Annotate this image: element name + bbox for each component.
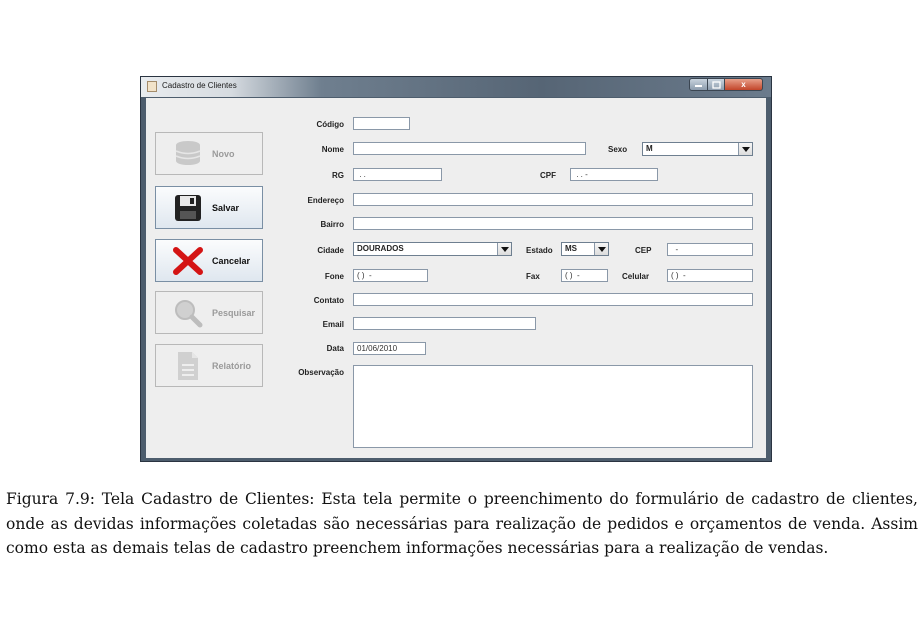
estado-select[interactable]: MS bbox=[561, 242, 609, 256]
title-bar[interactable]: Cadastro de Clientes x bbox=[141, 77, 771, 97]
cadastro-clientes-window: Cadastro de Clientes x Novo Salvar Cance… bbox=[140, 76, 772, 462]
pesquisar-button[interactable]: Pesquisar bbox=[155, 291, 263, 334]
data-label: Data bbox=[326, 344, 344, 353]
email-field[interactable] bbox=[353, 317, 536, 330]
bairro-field[interactable] bbox=[353, 217, 753, 230]
contato-field[interactable] bbox=[353, 293, 753, 306]
codigo-label: Código bbox=[316, 120, 344, 129]
bairro-label: Bairro bbox=[320, 220, 344, 229]
maximize-icon bbox=[711, 80, 721, 89]
email-label: Email bbox=[322, 320, 344, 329]
celular-label: Celular bbox=[622, 272, 650, 281]
endereco-field[interactable] bbox=[353, 193, 753, 206]
estado-label: Estado bbox=[526, 246, 553, 255]
maximize-button[interactable] bbox=[708, 78, 725, 91]
nome-label: Nome bbox=[321, 145, 344, 154]
salvar-button-label: Salvar bbox=[212, 202, 240, 213]
data-field[interactable]: 01/06/2010 bbox=[353, 342, 426, 355]
form-panel: Novo Salvar Cancelar Pesquisar Relatório… bbox=[146, 98, 766, 458]
sexo-select[interactable]: M bbox=[642, 142, 753, 156]
window-title: Cadastro de Clientes bbox=[162, 81, 237, 90]
close-button[interactable]: x bbox=[725, 78, 763, 91]
endereco-label: Endereço bbox=[307, 196, 344, 205]
cep-field[interactable]: - bbox=[667, 243, 753, 256]
chevron-down-icon[interactable] bbox=[497, 243, 511, 255]
nome-field[interactable] bbox=[353, 142, 586, 155]
observacao-textarea[interactable] bbox=[353, 365, 753, 448]
floppy-disk-icon bbox=[168, 190, 208, 226]
cep-label: CEP bbox=[635, 246, 652, 255]
estado-value: MS bbox=[565, 244, 577, 253]
java-app-icon bbox=[147, 81, 157, 92]
chevron-down-icon[interactable] bbox=[594, 243, 608, 255]
codigo-field[interactable] bbox=[353, 117, 410, 130]
close-icon: x bbox=[741, 80, 746, 89]
document-icon bbox=[168, 348, 208, 384]
minimize-icon bbox=[695, 84, 702, 87]
fone-field[interactable]: ( ) - bbox=[353, 269, 428, 282]
novo-button[interactable]: Novo bbox=[155, 132, 263, 175]
cidade-label: Cidade bbox=[317, 246, 344, 255]
contato-label: Contato bbox=[313, 296, 344, 305]
cancelar-button[interactable]: Cancelar bbox=[155, 239, 263, 282]
cidade-select[interactable]: DOURADOS bbox=[353, 242, 512, 256]
novo-button-label: Novo bbox=[212, 148, 235, 159]
observacao-label: Observação bbox=[298, 368, 344, 377]
magnifier-icon bbox=[168, 295, 208, 331]
fone-label: Fone bbox=[324, 272, 344, 281]
sexo-label: Sexo bbox=[608, 145, 628, 154]
database-icon bbox=[168, 136, 208, 172]
cpf-field[interactable]: . . - bbox=[570, 168, 658, 181]
minimize-button[interactable] bbox=[689, 78, 708, 91]
salvar-button[interactable]: Salvar bbox=[155, 186, 263, 229]
relatorio-button[interactable]: Relatório bbox=[155, 344, 263, 387]
fax-label: Fax bbox=[526, 272, 540, 281]
relatorio-button-label: Relatório bbox=[212, 360, 252, 371]
figure-caption: Figura 7.9: Tela Cadastro de Clientes: E… bbox=[6, 490, 918, 557]
sexo-value: M bbox=[646, 144, 653, 153]
fax-field[interactable]: ( ) - bbox=[561, 269, 608, 282]
rg-label: RG bbox=[332, 171, 344, 180]
red-x-icon bbox=[168, 243, 208, 279]
cancelar-button-label: Cancelar bbox=[212, 255, 251, 266]
cpf-label: CPF bbox=[540, 171, 556, 180]
celular-field[interactable]: ( ) - bbox=[667, 269, 753, 282]
pesquisar-button-label: Pesquisar bbox=[212, 307, 256, 318]
chevron-down-icon[interactable] bbox=[738, 143, 752, 155]
rg-field[interactable]: . . bbox=[353, 168, 442, 181]
cidade-value: DOURADOS bbox=[357, 244, 404, 253]
